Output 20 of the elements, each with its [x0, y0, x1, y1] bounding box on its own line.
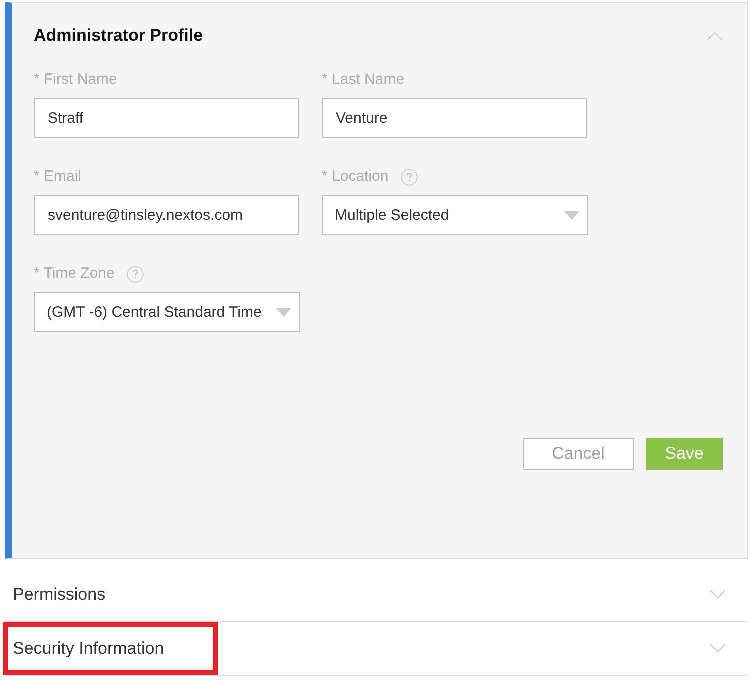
caret-icon [564, 210, 580, 220]
chevron-down-icon[interactable] [710, 644, 726, 653]
chevron-down-icon[interactable] [710, 590, 726, 599]
text-field[interactable]: Straff [34, 98, 299, 138]
dropdown-field[interactable]: (GMT -6) Central Standard Time [34, 292, 300, 332]
field-label: * Email [34, 167, 82, 187]
field-label: * Last Name [322, 70, 405, 90]
help-icon[interactable] [400, 168, 418, 186]
caret-icon [276, 308, 292, 316]
help-icon[interactable] [126, 266, 144, 282]
section-title[interactable]: Security Information [13, 638, 164, 660]
section-title[interactable]: Permissions [5, 584, 106, 606]
chevron-up-icon[interactable] [707, 32, 723, 40]
field-label: * Location [322, 167, 389, 187]
field-label: * Time Zone [34, 264, 115, 284]
field-label: * First Name [34, 70, 118, 90]
dropdown-field[interactable]: Multiple Selected [322, 195, 588, 235]
text-field[interactable]: Venture [322, 98, 587, 138]
text-field[interactable]: sventure@tinsley.nextos.com [34, 195, 299, 235]
panel-title: Administrator Profile [34, 25, 204, 47]
